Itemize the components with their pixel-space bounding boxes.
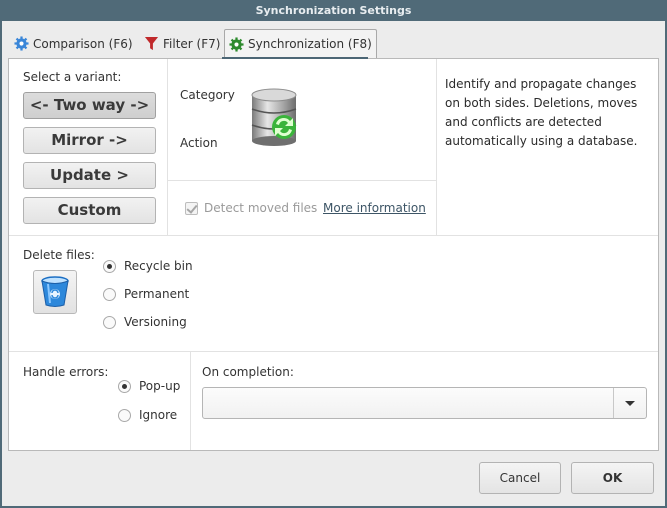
category-label: Category — [180, 88, 235, 102]
recycle-bin-icon — [41, 276, 69, 307]
radio-permanent[interactable]: Permanent — [103, 287, 189, 301]
radio-dot — [103, 259, 116, 273]
more-information-link[interactable]: More information — [323, 201, 426, 215]
radio-dot — [118, 408, 131, 422]
radio-dot — [103, 315, 116, 329]
handle-errors-label: Handle errors: — [23, 365, 109, 379]
divider — [190, 352, 191, 450]
tab-synchronization[interactable]: Synchronization (F8) — [224, 29, 377, 58]
tab-filter-label: Filter (F7) — [163, 36, 221, 51]
tab-comparison-label: Comparison (F6) — [33, 36, 133, 51]
radio-permanent-label: Permanent — [124, 287, 190, 301]
on-completion-combobox[interactable] — [202, 387, 647, 419]
active-tab-indicator — [222, 57, 368, 59]
recycle-bin-button[interactable] — [33, 270, 77, 314]
radio-recycle-bin-label: Recycle bin — [124, 259, 193, 273]
cancel-button[interactable]: Cancel — [479, 462, 561, 494]
divider — [167, 59, 168, 235]
radio-popup-label: Pop-up — [139, 379, 181, 393]
tab-comparison[interactable]: Comparison (F6) — [10, 31, 137, 56]
tab-bar: Comparison (F6) Filter (F7) Synchronizat… — [2, 21, 665, 59]
radio-ignore[interactable]: Ignore — [118, 408, 177, 422]
radio-versioning[interactable]: Versioning — [103, 315, 187, 329]
action-label: Action — [180, 136, 218, 150]
detect-moved-files-checkbox[interactable]: Detect moved files — [185, 201, 317, 215]
variant-heading: Select a variant: — [23, 70, 122, 84]
radio-versioning-label: Versioning — [124, 315, 187, 329]
divider — [9, 235, 658, 236]
variant-update-button[interactable]: Update > — [23, 162, 156, 189]
gear-icon — [14, 36, 29, 51]
divider — [436, 59, 437, 235]
ok-button[interactable]: OK — [571, 462, 654, 494]
tab-synchronization-label: Synchronization (F8) — [248, 37, 372, 51]
radio-dot — [103, 287, 116, 301]
dropdown-arrow-icon[interactable] — [613, 388, 646, 418]
divider — [168, 180, 436, 181]
radio-recycle-bin[interactable]: Recycle bin — [103, 259, 193, 273]
database-sync-icon — [251, 88, 297, 146]
detect-moved-files-label: Detect moved files — [204, 201, 318, 215]
variant-two-way-button[interactable]: <- Two way -> — [23, 92, 156, 119]
on-completion-label: On completion: — [202, 365, 294, 379]
delete-files-label: Delete files: — [23, 248, 95, 262]
tab-filter[interactable]: Filter (F7) — [140, 31, 224, 56]
synchronization-panel: Select a variant: <- Two way -> Mirror -… — [8, 58, 659, 451]
checkbox-box — [185, 201, 198, 215]
radio-popup[interactable]: Pop-up — [118, 379, 180, 393]
window-title: Synchronization Settings — [255, 4, 412, 17]
filter-icon — [144, 36, 159, 51]
divider — [9, 351, 658, 352]
dialog-window: Synchronization Settings Comparison (F6)… — [0, 0, 667, 508]
radio-ignore-label: Ignore — [139, 408, 178, 422]
gear-icon — [229, 36, 244, 52]
dialog-client: Comparison (F6) Filter (F7) Synchronizat… — [2, 21, 665, 506]
variant-custom-button[interactable]: Custom — [23, 197, 156, 224]
variant-description: Identify and propagate changes on both s… — [445, 77, 638, 148]
radio-dot — [118, 379, 131, 393]
variant-mirror-button[interactable]: Mirror -> — [23, 127, 156, 154]
